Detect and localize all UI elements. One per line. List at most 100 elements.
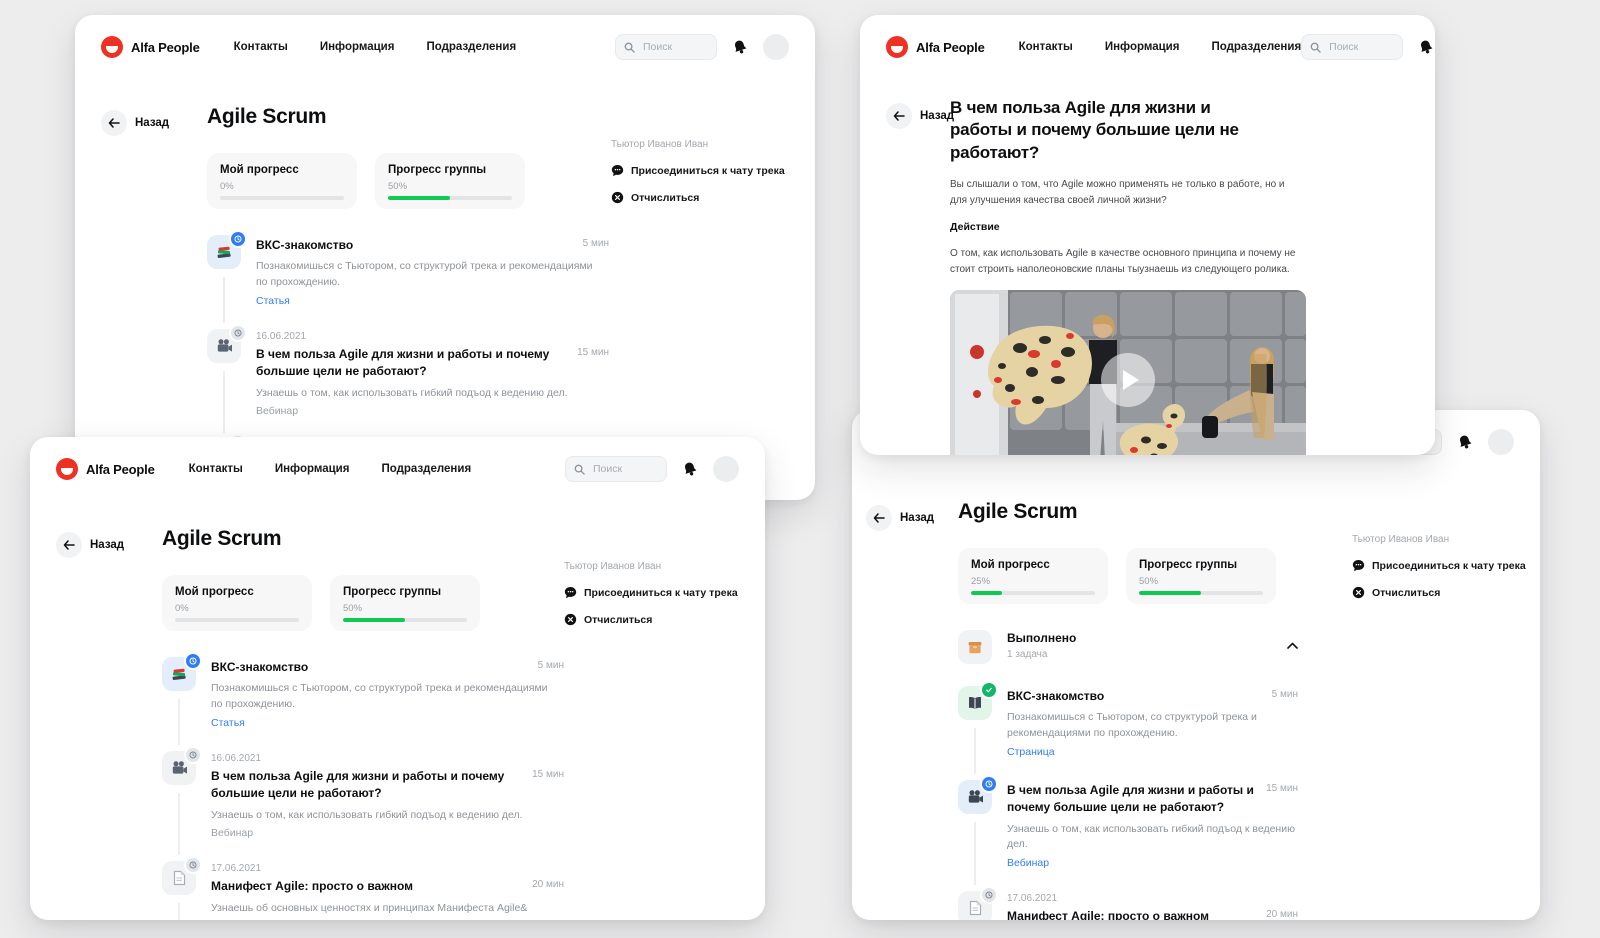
- list-item[interactable]: 16.06.2021 В чем польза Agile для жизни …: [162, 745, 564, 855]
- list-item[interactable]: 17.06.2021 Манифест Agile: просто о важн…: [958, 886, 1298, 920]
- unenroll-button[interactable]: Отчислиться: [1352, 586, 1514, 599]
- item-type-icon: [958, 886, 998, 920]
- item-type-link[interactable]: Вебинар: [256, 405, 609, 417]
- unenroll-button[interactable]: Отчислиться: [611, 191, 789, 204]
- my-progress-value: 0%: [175, 603, 189, 614]
- my-progress-value: 25%: [971, 576, 991, 587]
- nav-information[interactable]: Информация: [320, 41, 395, 53]
- search-input[interactable]: [1327, 40, 1395, 54]
- item-type-link[interactable]: Вебинар: [211, 827, 564, 839]
- item-type-link[interactable]: Статья: [211, 717, 564, 729]
- article-action-heading: Действие: [950, 221, 1000, 234]
- item-title[interactable]: Манифест Agile: просто о важном: [1007, 908, 1209, 920]
- clock-badge-icon: [189, 657, 197, 665]
- group-progress-bar: [1139, 591, 1263, 595]
- search-box[interactable]: [1301, 34, 1404, 60]
- header-right: [1301, 34, 1435, 60]
- item-description: Познакомишься с Тьютором, со структурой …: [211, 682, 548, 711]
- back-button[interactable]: Назад: [866, 505, 934, 531]
- nav-departments[interactable]: Подразделения: [1211, 41, 1301, 53]
- join-chat-button[interactable]: Присоединиться к чату трека: [1352, 559, 1526, 572]
- brand-logo[interactable]: Alfa People: [886, 36, 985, 58]
- item-type-link[interactable]: Страница: [1007, 746, 1298, 758]
- back-column: Назад: [866, 500, 958, 920]
- list-item[interactable]: ВКС-знакомство 5 мин Познакомишься с Тью…: [162, 652, 564, 745]
- item-content: 17.06.2021 Манифест Agile: просто о важн…: [1007, 891, 1298, 920]
- join-chat-button[interactable]: Присоединиться к чату трека: [611, 164, 789, 177]
- unenroll-button[interactable]: Отчислиться: [564, 613, 742, 626]
- window-track-overview-b: Alfa People Контакты Информация Подразде…: [30, 437, 765, 920]
- search-box[interactable]: [615, 34, 717, 60]
- my-progress-bar: [175, 618, 299, 622]
- unenroll-label: Отчислиться: [1372, 586, 1441, 599]
- item-description: Познакомишься с Тьютором, со структурой …: [1007, 711, 1257, 740]
- notifications-button[interactable]: [1416, 37, 1435, 57]
- user-avatar[interactable]: [1488, 429, 1514, 455]
- completed-section-header[interactable]: Выполнено 1 задача: [958, 630, 1298, 664]
- bell-icon: [735, 40, 747, 54]
- collapse-section-button[interactable]: [1287, 630, 1298, 664]
- item-title[interactable]: В чем польза Agile для жизни и работы и …: [211, 768, 506, 803]
- item-title[interactable]: ВКС-знакомство: [211, 659, 308, 676]
- search-input[interactable]: [641, 40, 708, 54]
- nav-contacts[interactable]: Контакты: [1019, 41, 1073, 53]
- clock-badge-icon: [234, 235, 242, 243]
- list-item[interactable]: 17.06.2021 Манифест Agile: просто о важн…: [162, 856, 564, 920]
- notifications-button[interactable]: [680, 459, 700, 479]
- nav-departments[interactable]: Подразделения: [426, 41, 516, 53]
- list-item[interactable]: В чем польза Agile для жизни и работы и …: [958, 774, 1298, 886]
- item-status-badge: [184, 856, 202, 875]
- brand-name: Alfa People: [131, 39, 200, 55]
- item-title[interactable]: Манифест Agile: просто о важном: [211, 878, 413, 895]
- join-chat-button[interactable]: Присоединиться к чату трека: [564, 586, 742, 599]
- tutor-name: Тьютор Иванов Иван: [611, 139, 709, 150]
- item-duration: 5 мин: [582, 238, 609, 249]
- brand-logo[interactable]: Alfa People: [101, 36, 200, 58]
- back-button[interactable]: Назад: [886, 103, 954, 129]
- group-progress-card: Прогресс группы 50%: [1126, 548, 1276, 604]
- item-duration: 5 мин: [1271, 689, 1298, 700]
- play-button[interactable]: [1101, 353, 1155, 408]
- group-progress-bar: [388, 196, 512, 200]
- window-track-overview-c: Alfa People Контакты Информация Подразде…: [852, 410, 1540, 920]
- item-title[interactable]: В чем польза Agile для жизни и работы и …: [256, 346, 551, 381]
- brand-logo[interactable]: Alfa People: [56, 458, 155, 480]
- nav-information[interactable]: Информация: [275, 463, 350, 475]
- group-progress-card: Прогресс группы 50%: [330, 575, 480, 631]
- nav-contacts[interactable]: Контакты: [234, 41, 288, 53]
- back-column: Назад: [56, 527, 162, 920]
- item-type-link[interactable]: Статья: [256, 295, 609, 307]
- video-player[interactable]: [950, 290, 1306, 455]
- item-title[interactable]: В чем польза Agile для жизни и работы и …: [1007, 782, 1256, 817]
- unenroll-icon: [564, 613, 577, 626]
- nav-information[interactable]: Информация: [1105, 41, 1180, 53]
- list-item[interactable]: ВКС-знакомство 5 мин Познакомишься с Тью…: [958, 681, 1298, 774]
- item-type-link[interactable]: Вебинар: [1007, 857, 1298, 869]
- join-chat-label: Присоединиться к чату трека: [1372, 559, 1526, 572]
- my-progress-card: Мой прогресс 25%: [958, 548, 1108, 604]
- item-type-icon: [207, 230, 247, 269]
- back-label: Назад: [135, 117, 170, 129]
- bell-icon: [685, 462, 697, 476]
- item-title[interactable]: ВКС-знакомство: [256, 237, 353, 254]
- user-avatar[interactable]: [763, 34, 789, 60]
- list-item[interactable]: ВКС-знакомство 5 мин Познакомишься с Тью…: [207, 230, 609, 323]
- notifications-button[interactable]: [1455, 432, 1475, 452]
- list-item[interactable]: 16.06.2021 В чем польза Agile для жизни …: [207, 323, 609, 433]
- user-avatar[interactable]: [713, 456, 739, 482]
- back-button[interactable]: Назад: [56, 532, 124, 558]
- nav-contacts[interactable]: Контакты: [189, 463, 243, 475]
- item-title[interactable]: ВКС-знакомство: [1007, 688, 1104, 705]
- clock-badge-icon: [985, 780, 993, 788]
- item-type-icon: [958, 681, 998, 720]
- search-input[interactable]: [591, 462, 658, 476]
- chevron-up-icon: [1287, 642, 1298, 649]
- article-title: В чем польза Agile для жизни и работы и …: [950, 98, 1239, 162]
- group-progress-value: 50%: [343, 603, 363, 614]
- notifications-button[interactable]: [730, 37, 750, 57]
- search-box[interactable]: [565, 456, 667, 482]
- my-progress-label: Мой прогресс: [175, 586, 254, 598]
- nav-departments[interactable]: Подразделения: [381, 463, 471, 475]
- back-button[interactable]: Назад: [101, 110, 169, 136]
- unenroll-label: Отчислиться: [631, 191, 700, 204]
